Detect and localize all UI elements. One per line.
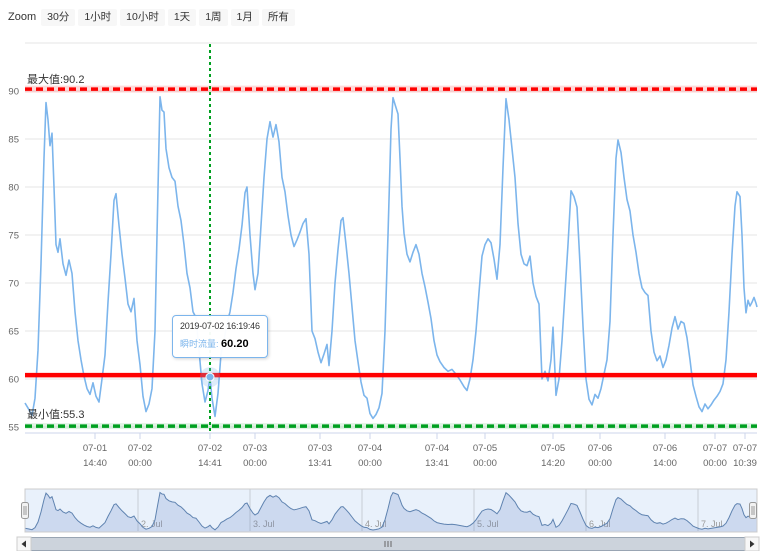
- zoom-range-button-4[interactable]: 1周: [199, 9, 227, 26]
- navigator-handle-right[interactable]: [750, 503, 757, 519]
- y-axis-label: 90: [8, 87, 19, 98]
- x-axis-label-date: 07-02: [128, 443, 152, 454]
- navigator-handle-left[interactable]: [22, 503, 29, 519]
- y-axis-label: 55: [8, 423, 19, 434]
- zoom-toolbar-label: Zoom: [8, 11, 36, 23]
- x-axis-label-time: 13:41: [308, 458, 332, 469]
- chart-tooltip: 2019-07-02 16:19:46 瞬时流量: 60.20: [172, 315, 268, 358]
- zoom-range-button-0[interactable]: 30分: [41, 9, 75, 26]
- x-axis-label-time: 14:00: [653, 458, 677, 469]
- tooltip-datetime: 2019-07-02 16:19:46: [180, 321, 260, 331]
- zoom-toolbar: Zoom 30分1小时10小时1天1周1月所有: [8, 9, 295, 26]
- x-axis-label-time: 00:00: [703, 458, 727, 469]
- x-axis-label-time: 14:20: [541, 458, 565, 469]
- x-axis-label-date: 07-06: [653, 443, 677, 454]
- hover-marker: [206, 373, 214, 381]
- x-axis-label-time: 00:00: [128, 458, 152, 469]
- x-axis-label-time: 10:39: [733, 458, 757, 469]
- max-plotline-label: 最大值:90.2: [27, 71, 84, 87]
- x-axis-label-date: 07-03: [243, 443, 267, 454]
- tooltip-series-label: 瞬时流量:: [180, 339, 221, 349]
- x-axis-label-date: 07-07: [703, 443, 727, 454]
- x-axis-label-date: 07-04: [425, 443, 449, 454]
- scrollbar-right-button[interactable]: [745, 537, 759, 551]
- x-axis-label-date: 07-05: [541, 443, 565, 454]
- x-axis-label-date: 07-06: [588, 443, 612, 454]
- x-axis-label-time: 00:00: [588, 458, 612, 469]
- zoom-range-button-1[interactable]: 1小时: [78, 9, 117, 26]
- y-axis-label: 80: [8, 183, 19, 194]
- zoom-range-button-2[interactable]: 10小时: [120, 9, 165, 26]
- y-axis-label: 75: [8, 231, 19, 242]
- y-axis-label: 65: [8, 327, 19, 338]
- y-axis-label: 60: [8, 375, 19, 386]
- scrollbar-left-button[interactable]: [17, 537, 31, 551]
- flow-monitor-chart: Zoom 30分1小时10小时1天1周1月所有 55 60 65 70 75 80 85 90…: [0, 0, 760, 551]
- y-axis-label: 70: [8, 279, 19, 290]
- x-axis-label-time: 00:00: [358, 458, 382, 469]
- x-axis-label-date: 07-04: [358, 443, 382, 454]
- x-axis-label-time: 14:40: [83, 458, 107, 469]
- x-axis-label-date: 07-03: [308, 443, 332, 454]
- x-axis-label-time: 00:00: [243, 458, 267, 469]
- x-axis-label-date: 07-07: [733, 443, 757, 454]
- chart-canvas: 55 60 65 70 75 80 85 90 07-01 14:40 07-02 00:00 07-0…: [0, 0, 760, 551]
- x-axis-label-date: 07-05: [473, 443, 497, 454]
- x-axis-label-date: 07-01: [83, 443, 107, 454]
- tooltip-value: 60.20: [221, 338, 249, 350]
- min-plotline-label: 最小值:55.3: [27, 406, 84, 422]
- zoom-range-button-6[interactable]: 所有: [262, 9, 295, 26]
- x-axis-label-date: 07-02: [198, 443, 222, 454]
- x-axis-label-time: 13:41: [425, 458, 449, 469]
- x-axis-label-time: 14:41: [198, 458, 222, 469]
- x-axis-label-time: 00:00: [473, 458, 497, 469]
- zoom-range-button-5[interactable]: 1月: [231, 9, 259, 26]
- y-axis-label: 85: [8, 135, 19, 146]
- zoom-range-button-3[interactable]: 1天: [168, 9, 196, 26]
